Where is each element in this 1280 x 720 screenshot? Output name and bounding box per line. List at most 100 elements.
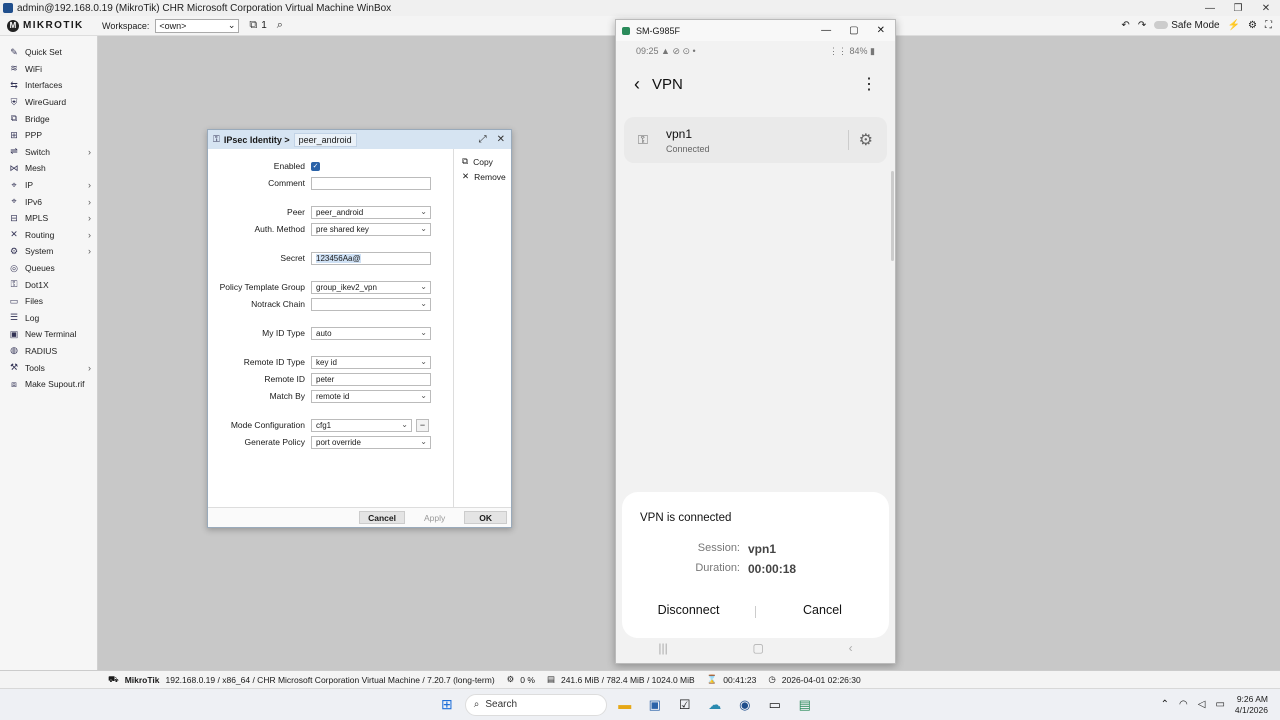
minimize-button[interactable]: — [1196,3,1224,14]
status-cpu: 0 % [520,674,535,685]
sidebar-item-ip[interactable]: ⌖ IP › [0,177,97,194]
chevron-right-icon: › [88,246,91,257]
breadcrumb[interactable]: IPsec Identity > [224,135,290,145]
sidebar-item-label: Mesh [25,163,46,174]
sidebar-item-dot1x[interactable]: ⚿ Dot1X [0,276,97,293]
phone-close-button[interactable]: ✕ [877,25,885,36]
windows-icon[interactable]: ⧉ [249,19,257,32]
toggle-switch [1154,21,1169,30]
generate-policy-select[interactable]: port override [311,435,431,449]
remote-id-input[interactable]: peter [311,372,431,386]
peer-select[interactable]: peer_android [311,205,431,219]
identity-form: Enabled ✓ Comment Peer peer_android Auth… [208,149,453,509]
tray-chevron-icon[interactable]: ⌃ [1161,699,1169,710]
sidebar-item-bridge[interactable]: ⧉ Bridge [0,110,97,127]
sidebar-item-log[interactable]: ☰ Log [0,310,97,327]
taskbar-search[interactable]: ⌕ Search [464,693,607,716]
sidebar-item-mesh[interactable]: ⋈ Mesh [0,160,97,177]
sidebar-item-wifi[interactable]: ≋ WiFi [0,61,97,78]
sidebar-item-label: Make Supout.rif [25,379,85,390]
redo-icon[interactable]: ↷ [1138,20,1146,31]
more-options-icon[interactable]: ⋮ [861,74,877,94]
sidebar-item-switch[interactable]: ⇌ Switch › [0,144,97,161]
sidebar-item-mpls[interactable]: ⊟ MPLS › [0,210,97,227]
sidebar-item-new-terminal[interactable]: ▣ New Terminal [0,326,97,343]
my-id-type-select[interactable]: auto [311,326,431,340]
match-by-label: Match By [269,391,305,401]
safe-mode-toggle[interactable]: Safe Mode [1154,20,1220,31]
terminal-icon[interactable]: ▭ [767,697,783,713]
my-id-type-label: My ID Type [262,328,305,338]
vpn-profile-item[interactable]: ⚿ vpn1 Connected ⚙ [624,117,887,163]
back-arrow-icon[interactable]: ‹ [634,74,640,95]
sidebar-item-tools[interactable]: ⚒ Tools › [0,359,97,376]
remote-id-type-select[interactable]: key id [311,355,431,369]
taskbar-search-placeholder: Search [485,699,518,710]
sidebar-item-radius[interactable]: ◍ RADIUS [0,343,97,360]
cancel-button[interactable]: Cancel [359,511,405,524]
winbox-taskbar-icon[interactable]: ◉ [737,697,753,713]
start-button-icon[interactable]: ⊞ [441,696,453,713]
workspace-select[interactable]: <own> ⌄ [155,18,240,33]
sidebar-item-routing[interactable]: ✕ Routing › [0,227,97,244]
apply-button[interactable]: Apply [415,511,454,524]
windows-taskbar: ⊞ ⌕ Search ▬ ▣ ☑ ☁ ◉ ▭ ▤ ⌃ ◠ ◁ ▭ 9:26 AM… [0,688,1280,720]
remove-field-button[interactable]: − [416,418,429,432]
sidebar-item-files[interactable]: ▭ Files [0,293,97,310]
remove-action[interactable]: ✕ Remove [462,169,512,184]
phone-minimize-button[interactable]: — [821,25,831,36]
vpn-profile-name: vpn1 [666,126,693,141]
mode-config-select[interactable]: cfg1 [311,418,412,432]
maximize-button[interactable]: ❐ [1224,3,1252,14]
sidebar-item-ipv6[interactable]: ⌖ IPv6 › [0,193,97,210]
battery-tray-icon[interactable]: ▭ [1215,699,1224,710]
sidebar-item-label: Quick Set [25,47,62,58]
vpn-settings-gear-icon[interactable]: ⚙ [847,130,873,150]
sidebar-item-make-supout-rif[interactable]: ⧈ Make Supout.rif [0,376,97,393]
app-icon[interactable]: ☑ [677,697,693,713]
layout-icon[interactable]: ⚡ [1228,20,1240,31]
sidebar-item-quick-set[interactable]: ✎ Quick Set [0,44,97,61]
wifi-icon[interactable]: ◠ [1179,699,1188,710]
notrack-select[interactable] [311,297,431,311]
taskbar-clock[interactable]: 9:26 AM 4/1/2026 [1235,694,1268,716]
sidebar-item-ppp[interactable]: ⊞ PPP [0,127,97,144]
auth-method-select[interactable]: pre shared key [311,222,431,236]
sidebar-item-queues[interactable]: ◎ Queues [0,260,97,277]
store-icon[interactable]: ▣ [647,697,663,713]
comment-input[interactable] [311,176,431,190]
chevron-right-icon: › [88,213,91,224]
mode-config-value: cfg1 [316,420,332,430]
new-terminal-icon: ▣ [9,328,19,339]
back-icon[interactable]: ‹ [849,641,853,655]
match-by-select[interactable]: remote id [311,389,431,403]
recents-icon[interactable]: ||| [658,641,667,655]
cloud-app-icon[interactable]: ☁ [707,697,723,713]
file-explorer-icon[interactable]: ▬ [617,697,633,713]
volume-icon[interactable]: ◁ [1198,699,1206,710]
ptg-select[interactable]: group_ikev2_vpn [311,280,431,294]
enabled-checkbox[interactable]: ✓ [311,161,320,171]
phone-maximize-button[interactable]: ▢ [849,25,858,36]
tools-icon[interactable]: ⛶ [1265,20,1272,31]
ok-button[interactable]: OK [464,511,507,524]
settings-icon[interactable]: ⚙ [1248,20,1257,31]
sidebar-item-label: PPP [25,130,43,141]
close-button[interactable]: ✕ [1252,3,1280,14]
sheet-cancel-button[interactable]: Cancel [756,603,889,618]
close-dialog-icon[interactable]: ✕ [497,134,505,145]
phone-screen: 09:25 ▲ ⊘ ⊙ • ⋮⋮ 84% ▮ ‹ VPN ⋮ ⚿ vpn1 Co… [616,41,895,663]
sidebar-item-wireguard[interactable]: ⛨ WireGuard [0,94,97,111]
home-icon[interactable]: ▢ [753,641,764,655]
disconnect-button[interactable]: Disconnect [622,603,755,618]
undo-icon[interactable]: ↶ [1121,20,1129,31]
phone-link-icon[interactable]: ▤ [797,697,813,713]
copy-action[interactable]: ⧉ Copy [462,154,512,169]
expand-icon[interactable]: ⤢ [479,134,487,145]
sidebar-item-interfaces[interactable]: ⇆ Interfaces [0,77,97,94]
duration-value: 00:00:18 [748,562,797,576]
sidebar-item-system[interactable]: ⚙ System › [0,243,97,260]
search-icon[interactable]: ⌕ [277,19,283,32]
quick-set-icon: ✎ [10,46,18,57]
secret-input[interactable]: 123456Aa@ [311,251,431,265]
